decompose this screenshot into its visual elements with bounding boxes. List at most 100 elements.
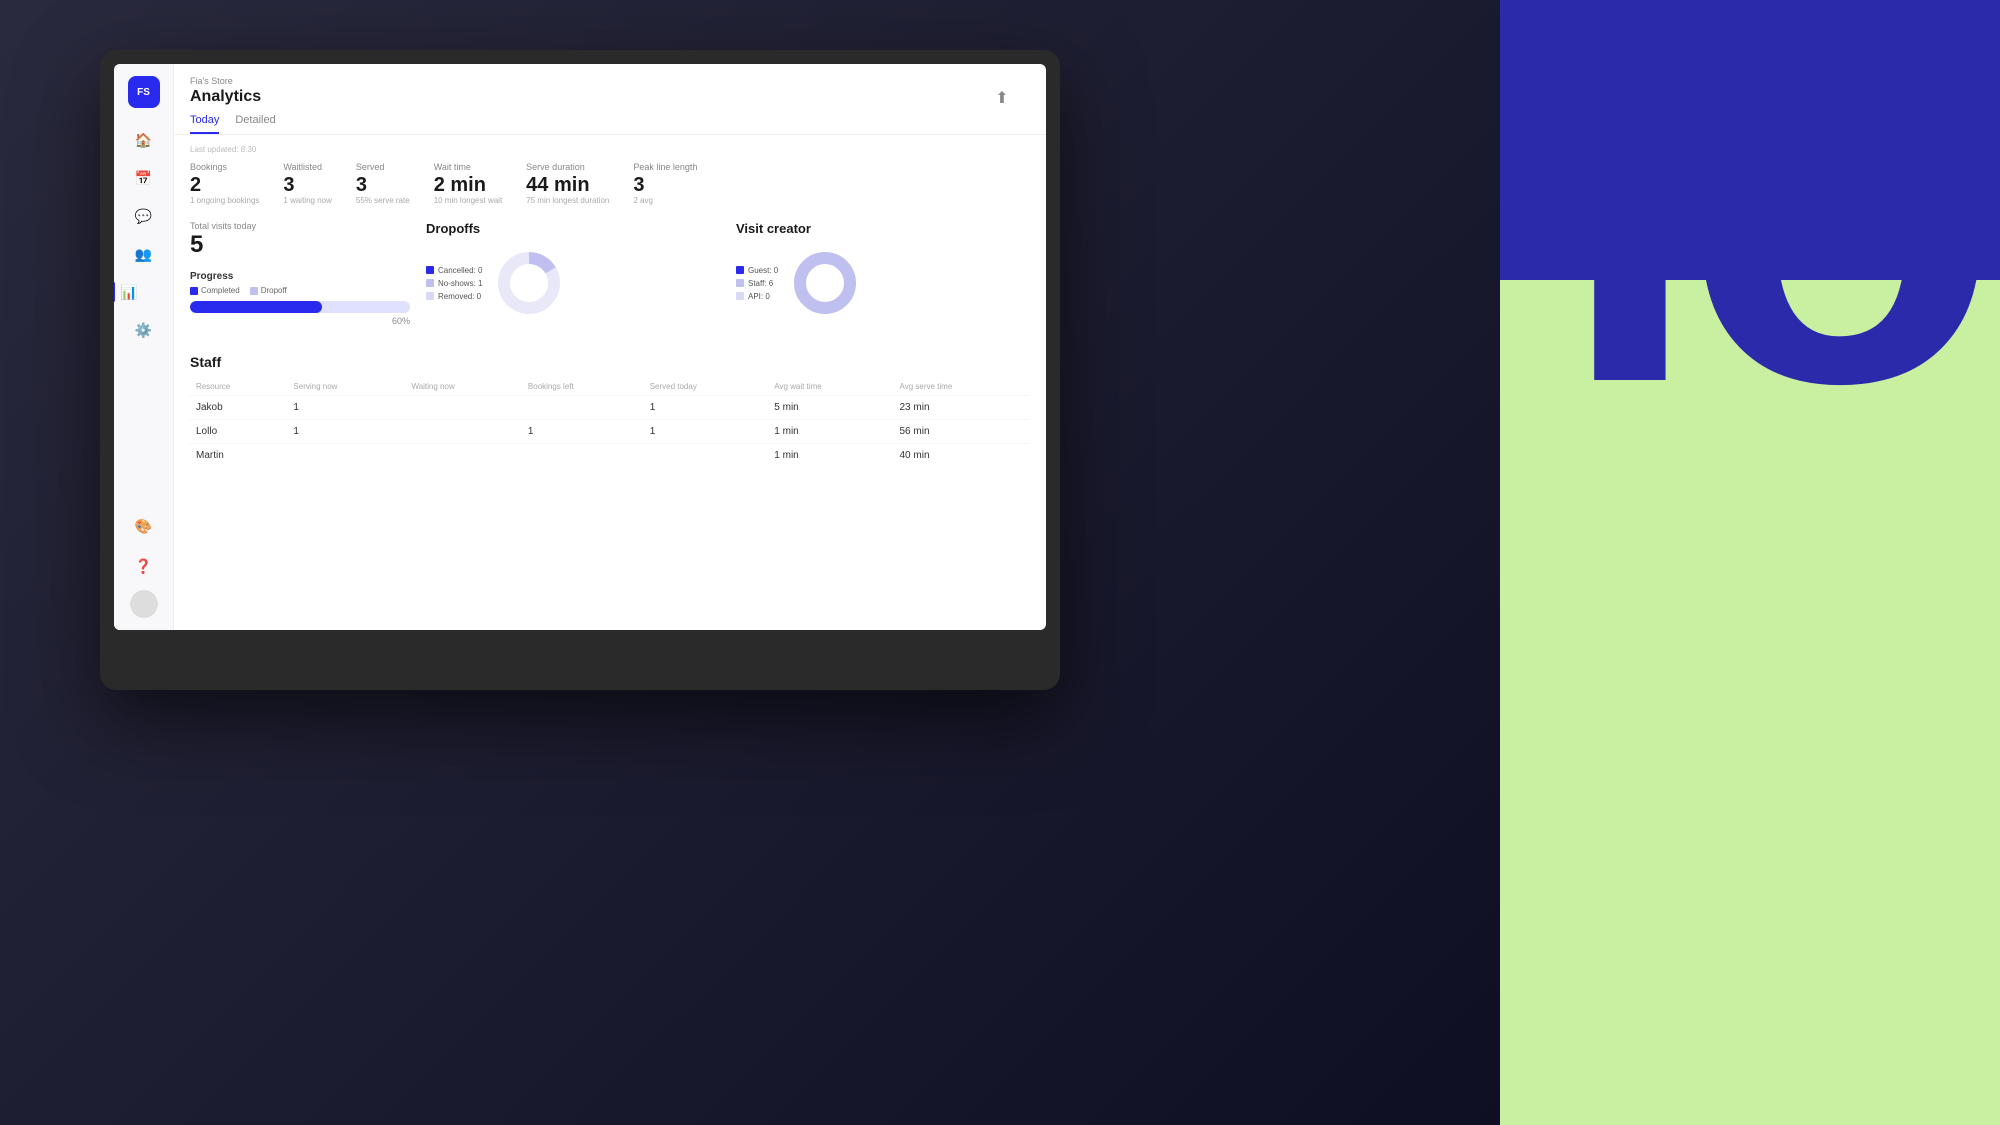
two-col-section: Total visits today 5 Progress Completed (190, 221, 1030, 342)
waitlisted-label: Waitlisted (283, 162, 331, 172)
stat-peak-line: Peak line length 3 2 avg (633, 162, 697, 205)
bookings-value: 2 (190, 174, 259, 196)
lollo-avg-serve: 56 min (894, 420, 1031, 444)
sidebar-item-home[interactable]: 🏠 (128, 124, 160, 156)
martin-avg-wait: 1 min (768, 444, 893, 468)
noshows-label: No-shows: 1 (438, 279, 482, 288)
sidebar-bottom: 🎨 ❓ (128, 510, 160, 618)
serve-duration-sub: 75 min longest duration (526, 196, 609, 205)
total-visits: Total visits today 5 (190, 221, 410, 259)
legend-completed: Completed (190, 286, 240, 295)
staff-dot (736, 279, 744, 287)
visit-creator-legend: Guest: 0 Staff: 6 API: 0 (736, 266, 778, 301)
left-column: Total visits today 5 Progress Completed (190, 221, 410, 342)
bookings-label: Bookings (190, 162, 259, 172)
dropoffs-title: Dropoffs (426, 221, 720, 236)
sidebar-item-palette[interactable]: 🎨 (128, 510, 160, 542)
staff-table-header: Resource Serving now Waiting now Booking… (190, 378, 1030, 396)
header: Fia's Store Analytics ⬆ Today Detailed (174, 64, 1046, 135)
lollo-served: 1 (644, 420, 769, 444)
stat-wait-time: Wait time 2 min 10 min longest wait (434, 162, 502, 205)
sidebar-item-messages[interactable]: 💬 (128, 200, 160, 232)
api-dot (736, 292, 744, 300)
stat-bookings: Bookings 2 1 ongoing bookings (190, 162, 259, 205)
waitlisted-value: 3 (283, 174, 331, 196)
dropoffs-card: Dropoffs Cancelled: 0 (426, 221, 720, 318)
vc-legend-staff: Staff: 6 (736, 279, 778, 288)
tab-detailed[interactable]: Detailed (235, 114, 275, 134)
stat-serve-duration: Serve duration 44 min 75 min longest dur… (526, 162, 609, 205)
col-serving-now: Serving now (287, 378, 405, 396)
dropoffs-content: Cancelled: 0 No-shows: 1 R (426, 248, 720, 318)
removed-label: Removed: 0 (438, 292, 481, 301)
col-resource: Resource (190, 378, 287, 396)
sidebar-item-calendar[interactable]: 📅 (128, 162, 160, 194)
lollo-serving: 1 (287, 420, 405, 444)
guest-dot (736, 266, 744, 274)
sidebar-logo[interactable]: FS (128, 76, 160, 108)
peak-line-sub: 2 avg (633, 196, 697, 205)
sidebar-item-help[interactable]: ❓ (128, 550, 160, 582)
lollo-waiting (405, 420, 521, 444)
deco-text: lo (1558, 0, 1980, 422)
tab-today[interactable]: Today (190, 114, 219, 134)
martin-serving (287, 444, 405, 468)
jakob-avg-wait: 5 min (768, 396, 893, 420)
martin-served (644, 444, 769, 468)
sidebar-item-settings[interactable]: ⚙️ (128, 314, 160, 346)
col-waiting-now: Waiting now (405, 378, 521, 396)
col-bookings-left: Bookings left (522, 378, 644, 396)
total-visits-value: 5 (190, 231, 410, 259)
visit-creator-card: Visit creator Guest: 0 (736, 221, 1030, 318)
legend-dropoff: Dropoff (250, 286, 287, 295)
jakob-served: 1 (644, 396, 769, 420)
col-avg-wait: Avg wait time (768, 378, 893, 396)
dropoffs-legend-cancelled: Cancelled: 0 (426, 266, 482, 275)
martin-avg-serve: 40 min (894, 444, 1031, 468)
api-label: API: 0 (748, 292, 770, 301)
sidebar: FS 🏠 📅 💬 👥 📊 ⚙️ 🎨 ❓ (114, 64, 174, 630)
served-label: Served (356, 162, 410, 172)
main-content: Fia's Store Analytics ⬆ Today Detailed L… (174, 64, 1046, 630)
col-avg-serve: Avg serve time (894, 378, 1031, 396)
progress-section: Progress Completed Dropoff (190, 271, 410, 326)
waitlisted-sub: 1 waiting now (283, 196, 331, 205)
stats-row: Bookings 2 1 ongoing bookings Waitlisted… (190, 162, 1030, 205)
avatar[interactable] (130, 590, 158, 618)
staff-label: Staff: 6 (748, 279, 773, 288)
completed-label: Completed (201, 286, 240, 295)
jakob-waiting (405, 396, 521, 420)
col-served-today: Served today (644, 378, 769, 396)
stat-served: Served 3 55% serve rate (356, 162, 410, 205)
dropoffs-donut (494, 248, 564, 318)
staff-table: Resource Serving now Waiting now Booking… (190, 378, 1030, 467)
total-visits-label: Total visits today (190, 221, 410, 231)
dropoffs-legend-noshows: No-shows: 1 (426, 279, 482, 288)
lollo-bookings: 1 (522, 420, 644, 444)
laptop-frame: FS 🏠 📅 💬 👥 📊 ⚙️ 🎨 ❓ F (100, 50, 1060, 690)
served-value: 3 (356, 174, 410, 196)
sidebar-item-users[interactable]: 👥 (128, 238, 160, 270)
cancelled-dot (426, 266, 434, 274)
page-title: Analytics (190, 88, 261, 106)
removed-dot (426, 292, 434, 300)
last-updated: Last updated: 8:30 (190, 145, 1030, 154)
serve-duration-label: Serve duration (526, 162, 609, 172)
jakob-serving: 1 (287, 396, 405, 420)
visit-creator-donut (790, 248, 860, 318)
martin-bookings (522, 444, 644, 468)
store-name: Fia's Store (190, 76, 261, 86)
dropoffs-legend-removed: Removed: 0 (426, 292, 482, 301)
sidebar-item-analytics[interactable]: 📊 (114, 276, 145, 308)
staff-title: Staff (190, 354, 1030, 370)
jakob-avg-serve: 23 min (894, 396, 1031, 420)
jakob-name: Jakob (190, 396, 287, 420)
progress-legend: Completed Dropoff (190, 286, 410, 295)
visit-creator-title: Visit creator (736, 221, 1030, 236)
jakob-bookings (522, 396, 644, 420)
staff-row-lollo: Lollo 1 1 1 1 min 56 min (190, 420, 1030, 444)
export-button[interactable]: ⬆ (990, 86, 1014, 110)
martin-name: Martin (190, 444, 287, 468)
dashboard: Last updated: 8:30 Bookings 2 1 ongoing … (174, 135, 1046, 630)
wait-time-sub: 10 min longest wait (434, 196, 502, 205)
